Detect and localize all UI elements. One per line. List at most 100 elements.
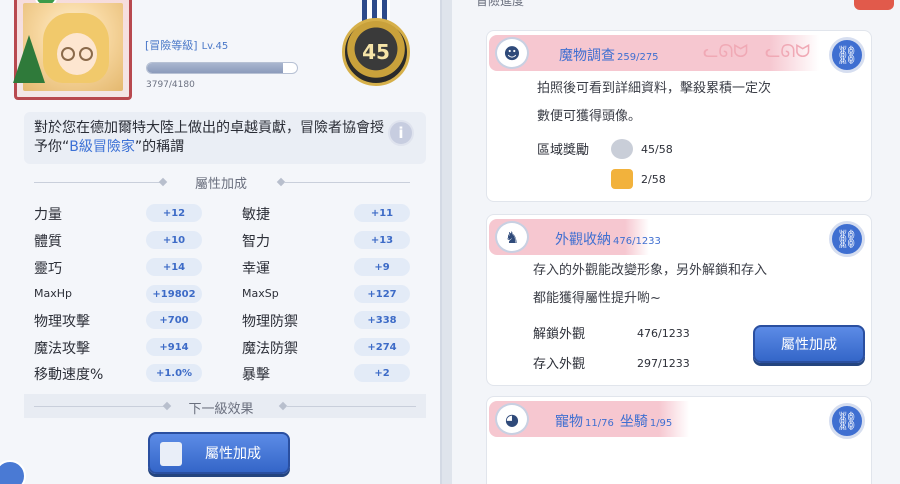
mount-count: 1/95: [649, 418, 673, 429]
description-suffix: ”的稱謂: [134, 139, 185, 155]
title-description: 對於您在德加爾特大陸上做出的卓越貢獻，冒險者協會授予你“B級冒險家”的稱謂 i: [24, 112, 426, 164]
stat-value: +12: [146, 204, 202, 222]
stat-row: 靈巧 +14 幸運 +9: [34, 256, 414, 278]
attribute-bonus-button[interactable]: 屬性加成: [148, 432, 290, 474]
avatar[interactable]: [13, 0, 132, 100]
stat-label: 魔法攻擊: [34, 341, 90, 357]
stat-label: 物理攻擊: [34, 314, 90, 330]
adventure-profile-panel: [冒險等級] Lv.45 3797/4180 45 對於您在德加爾特大陸上做出的卓…: [0, 0, 442, 484]
adventure-level: [冒險等級] Lv.45: [145, 37, 228, 53]
appearance-storage-card[interactable]: ♞ 外觀收納 476/1233 ⛓ 存入的外觀能改變形象，另外解鎖和存入 都能獲得…: [486, 214, 872, 386]
stat-label: 物理防禦: [242, 314, 298, 330]
stat-label: 靈巧: [34, 261, 62, 277]
pet-count: 11/76: [585, 418, 614, 429]
stat-row: 移動速度% +1.0% 暴擊 +2: [34, 362, 414, 384]
pet-icon: ◕: [495, 403, 529, 435]
pets-mounts-card[interactable]: ◕ 寵物 11/76 坐騎 1/95 ⛓: [486, 396, 872, 484]
description-line: 存入的外觀能改變形象，另外解鎖和存入: [533, 263, 768, 278]
unlock-label: 解鎖外觀: [533, 327, 586, 342]
description-text: 對於您在德加爾特大陸上做出的卓越貢獻，冒險者協會授予你“B級冒險家”的稱謂: [34, 119, 386, 157]
monster-icon: ☻: [495, 37, 529, 69]
next-level-title: 下一級效果: [188, 402, 254, 417]
appearance-title: 外觀收納: [555, 232, 611, 248]
link-icon[interactable]: ⛓: [829, 37, 865, 73]
medal-coin: 45: [342, 18, 410, 86]
stat-value: +13: [354, 231, 410, 249]
info-icon[interactable]: i: [388, 120, 414, 146]
link-icon[interactable]: ⛓: [829, 221, 865, 257]
monster-survey-count: 259/275: [617, 52, 659, 63]
stat-value: +14: [146, 258, 202, 276]
panel-title: 冒險進度: [476, 0, 525, 8]
stat-label: 敏捷: [242, 207, 270, 223]
appearance-bonus-button-label: 屬性加成: [781, 337, 837, 353]
stat-row: 魔法攻擊 +914 魔法防禦 +274: [34, 336, 414, 358]
card-description: 存入的外觀能改變形象，另外解鎖和存入 都能獲得屬性提升喲~: [533, 257, 767, 313]
stat-label: 移動速度%: [34, 367, 104, 383]
share-icon[interactable]: [0, 460, 26, 484]
card-title: 寵物 11/76 坐騎 1/95: [555, 411, 672, 431]
book-icon: [160, 442, 182, 466]
card-title: 外觀收納 476/1233: [555, 229, 661, 249]
stat-value: +700: [146, 311, 202, 329]
stat-value: +10: [146, 231, 202, 249]
close-corner-button[interactable]: [854, 0, 894, 10]
adventure-progress-panel: 冒險進度 ☻ 魔物調查 259/275 ᓚᘏᗢ ᓚᘏᗢ ⛓ 拍照後可看到詳細資料，…: [452, 0, 900, 484]
link-icon[interactable]: ⛓: [829, 403, 865, 439]
stat-label: 智力: [242, 234, 270, 250]
card-description: 拍照後可看到詳細資料，擊殺累積一定次 數便可獲得頭像。: [537, 75, 771, 131]
xp-text: 3797/4180: [146, 80, 195, 90]
stat-label: 暴擊: [242, 367, 270, 383]
cat-icon: ᓚᘏᗢ: [703, 41, 749, 62]
cat-icon: ᓚᘏᗢ: [765, 41, 811, 62]
medal-icon[interactable]: 45: [338, 0, 414, 96]
stat-label: 魔法防禦: [242, 341, 298, 357]
stored-label: 存入外觀: [533, 357, 586, 372]
pet-title: 寵物: [555, 414, 583, 430]
stat-value: +338: [354, 311, 410, 329]
stored-value: 297/1233: [637, 357, 690, 370]
divider: [284, 182, 410, 183]
appearance-bonus-button[interactable]: 屬性加成: [753, 325, 865, 363]
description-line: 拍照後可看到詳細資料，擊殺累積一定次: [537, 81, 772, 96]
monster-survey-title: 魔物調查: [559, 48, 615, 64]
stat-value: +2: [354, 364, 410, 382]
stat-value: +19802: [146, 285, 202, 303]
description-highlight: B級冒險家: [69, 139, 135, 155]
stat-label: 力量: [34, 207, 62, 223]
stat-value: +11: [354, 204, 410, 222]
mount-title: 坐騎: [619, 414, 648, 430]
stat-value: +1.0%: [146, 364, 202, 382]
stat-value: +274: [354, 338, 410, 356]
monster-survey-card[interactable]: ☻ 魔物調查 259/275 ᓚᘏᗢ ᓚᘏᗢ ⛓ 拍照後可看到詳細資料，擊殺累積一…: [486, 30, 872, 202]
adventure-level-label: [冒險等級]: [145, 39, 198, 52]
stat-row: 物理攻擊 +700 物理防禦 +338: [34, 309, 414, 331]
medal-number: 45: [362, 40, 390, 64]
christmas-tree-icon: [13, 35, 45, 83]
stat-label: 體質: [34, 234, 62, 250]
xp-progress-fill: [147, 63, 284, 73]
description-line: 數便可獲得頭像。: [537, 109, 642, 124]
outfit-icon: ♞: [495, 221, 529, 253]
stat-row: 力量 +12 敏捷 +11: [34, 202, 414, 224]
stat-value: +9: [354, 258, 410, 276]
next-level-bar: 下一級效果: [24, 394, 426, 418]
reward-label: 區域獎勵: [537, 143, 590, 158]
stat-row: MaxHp +19802 MaxSp +127: [34, 283, 414, 305]
xp-progress-bar: [146, 62, 298, 74]
stat-label: 幸運: [242, 261, 270, 277]
silver-reward-icon: [611, 139, 633, 159]
stat-value: +914: [146, 338, 202, 356]
description-line: 都能獲得屬性提升喲~: [533, 291, 661, 306]
card-title: 魔物調查 259/275: [559, 45, 659, 65]
silver-reward-value: 45/58: [641, 143, 673, 156]
gold-reward-value: 2/58: [641, 173, 666, 186]
appearance-count: 476/1233: [613, 236, 661, 247]
stat-row: 體質 +10 智力 +13: [34, 229, 414, 251]
adventure-level-value: Lv.45: [201, 41, 229, 52]
unlock-value: 476/1233: [637, 327, 690, 340]
gold-reward-icon: [611, 169, 633, 189]
stat-value: +127: [354, 285, 410, 303]
stat-label: MaxSp: [242, 287, 279, 300]
stat-label: MaxHp: [34, 287, 72, 300]
